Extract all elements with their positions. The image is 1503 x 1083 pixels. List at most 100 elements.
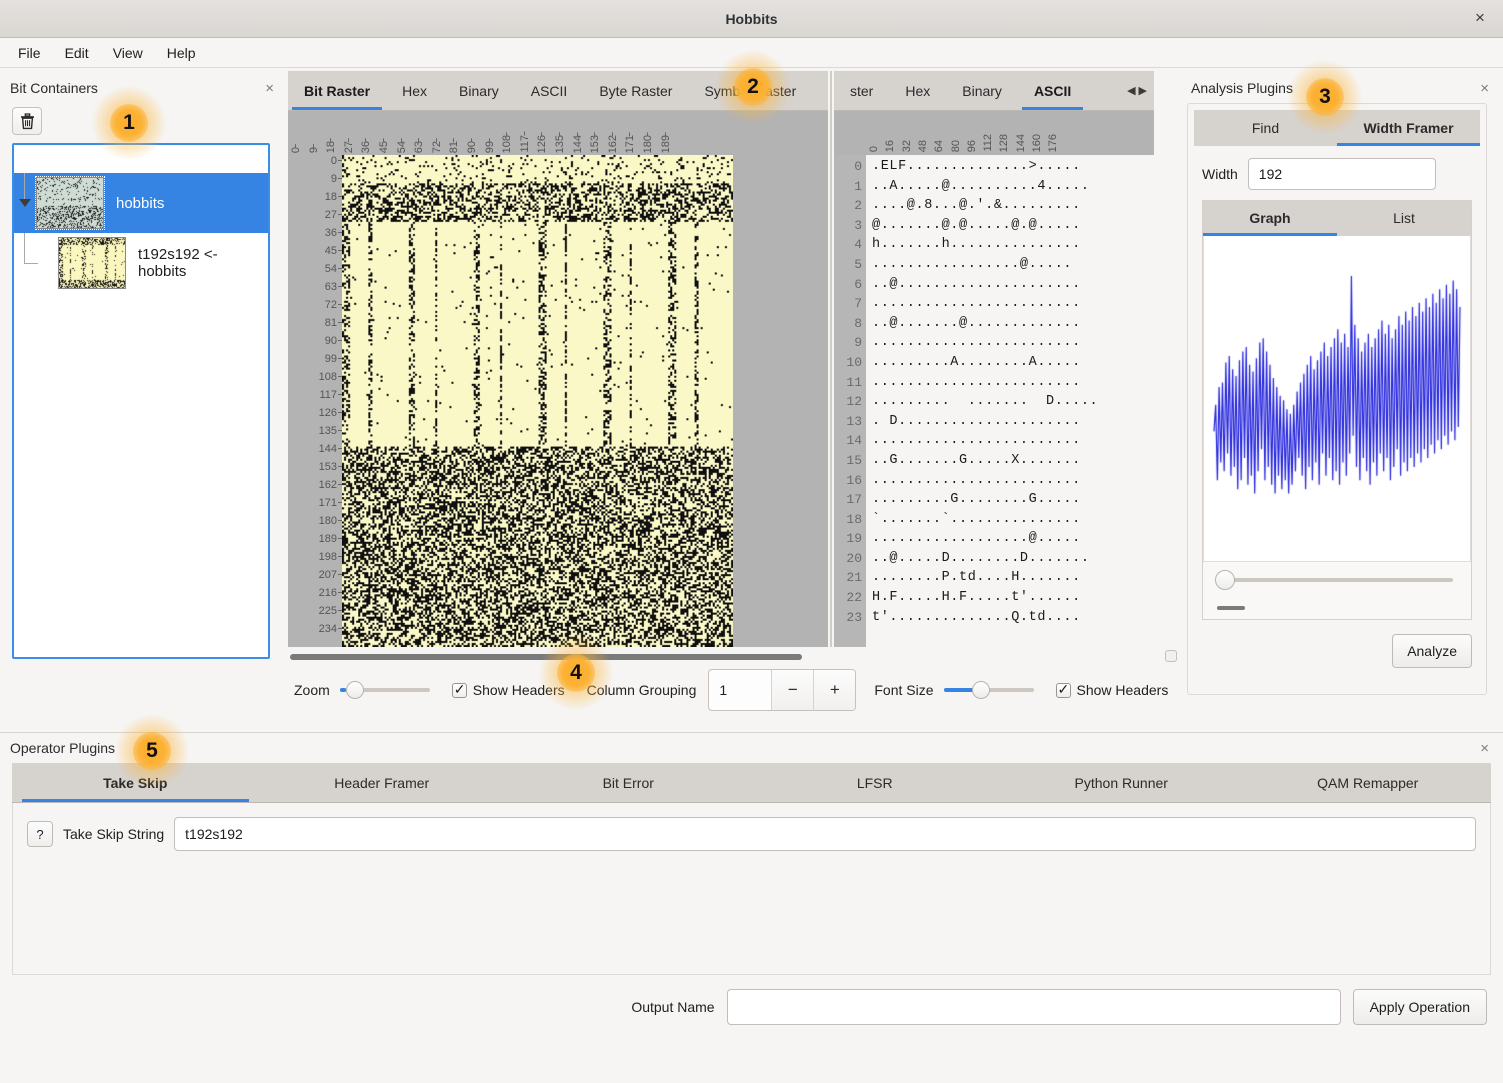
tab-graph[interactable]: Graph	[1203, 201, 1337, 236]
row-header-label: 144	[319, 444, 337, 455]
operator-plugins-header: Operator Plugins ×	[0, 733, 1503, 763]
menu-item-edit[interactable]: Edit	[55, 42, 99, 64]
tab-bit-raster[interactable]: Bit Raster	[288, 71, 386, 110]
menu-item-file[interactable]: File	[8, 42, 51, 64]
ascii-row-number: 7	[834, 294, 866, 314]
tab-width-framer[interactable]: Width Framer	[1337, 110, 1480, 146]
row-header-label: 63	[325, 282, 337, 293]
analysis-plugins-panel: Find Width Framer Width 192 Graph List	[1187, 103, 1487, 695]
tab-bit-error[interactable]: Bit Error	[505, 763, 752, 802]
list-item-label: hobbits	[104, 195, 164, 212]
tab-find[interactable]: Find	[1194, 110, 1337, 146]
ascii-line: ....@.8...@.'.&.........	[872, 196, 1154, 216]
row-header-label: 9	[331, 174, 337, 185]
take-skip-pane: ? Take Skip String t192s192	[12, 803, 1491, 975]
tab-symbol-raster[interactable]: Symbol Raster	[688, 71, 812, 110]
tab-ascii[interactable]: ASCII	[515, 71, 584, 110]
ascii-row-number: 19	[834, 529, 866, 549]
ascii-view[interactable]: 0163248648096112128144160176 01234567891…	[834, 111, 1154, 647]
graph-footer-controls	[1203, 562, 1471, 620]
show-headers-right-checkbox[interactable]: Show Headers	[1056, 682, 1169, 698]
analyze-button[interactable]: Analyze	[1392, 634, 1472, 668]
window-close-button[interactable]: ×	[1469, 8, 1491, 30]
tab-byte-raster[interactable]: Byte Raster	[583, 71, 688, 110]
ascii-row-number: 12	[834, 392, 866, 412]
take-skip-row: ? Take Skip String t192s192	[27, 817, 1476, 851]
row-header-label: 135	[319, 426, 337, 437]
bit-containers-tree[interactable]: hobbits t192s192 <- hobbits	[12, 143, 270, 659]
tab-byte-raster-partial[interactable]: ster	[834, 71, 889, 110]
column-header-label: 135	[554, 135, 566, 153]
column-header-label: 0	[868, 146, 880, 152]
list-item[interactable]: hobbits	[14, 173, 268, 233]
tab-qam-remapper[interactable]: QAM Remapper	[1245, 763, 1492, 802]
graph-scrollbar[interactable]	[1217, 606, 1245, 610]
tab-ascii[interactable]: ASCII	[1018, 71, 1087, 110]
tab-python-runner[interactable]: Python Runner	[998, 763, 1245, 802]
tab-take-skip[interactable]: Take Skip	[12, 763, 259, 802]
column-header-label: 117	[519, 135, 531, 153]
column-grouping-increment-button[interactable]: +	[813, 670, 855, 710]
ascii-row-number: 23	[834, 608, 866, 628]
row-header-label: 153	[319, 462, 337, 473]
scrollbar-knob[interactable]	[290, 654, 802, 660]
width-framer-chart[interactable]	[1203, 236, 1471, 562]
operator-plugins-close-icon[interactable]: ×	[1476, 740, 1493, 757]
ascii-row-number: 21	[834, 568, 866, 588]
tab-binary[interactable]: Binary	[443, 71, 515, 110]
analysis-plugins-close-icon[interactable]: ×	[1476, 80, 1493, 97]
width-row: Width 192	[1194, 146, 1480, 200]
tab-scroll-nav[interactable]: ◀ ▶	[1120, 71, 1154, 110]
ascii-line: .................@.....	[872, 255, 1154, 275]
tab-hex[interactable]: Hex	[386, 71, 443, 110]
chevron-right-icon[interactable]: ▶	[1139, 84, 1147, 97]
ascii-line: ........................	[872, 431, 1154, 451]
bit-raster-canvas[interactable]	[342, 155, 733, 647]
column-header-label: 108	[501, 135, 513, 153]
menu-item-help[interactable]: Help	[157, 42, 206, 64]
horizontal-scrollbar[interactable]	[288, 649, 1183, 665]
chevron-down-icon[interactable]	[19, 199, 31, 207]
column-header-label: 0	[290, 147, 302, 153]
trash-icon[interactable]	[12, 107, 42, 135]
column-grouping-stepper[interactable]: 1 − +	[708, 669, 856, 711]
operator-plugins-title: Operator Plugins	[10, 740, 115, 756]
tab-list[interactable]: List	[1337, 201, 1471, 236]
column-grouping-value[interactable]: 1	[709, 670, 771, 710]
ascii-row-number: 1	[834, 177, 866, 197]
zoom-slider[interactable]	[340, 679, 430, 701]
column-header-label: 16	[884, 140, 896, 152]
column-header-label: 27	[343, 141, 355, 153]
tab-header-framer[interactable]: Header Framer	[259, 763, 506, 802]
row-header-label: 72	[325, 300, 337, 311]
help-icon[interactable]: ?	[27, 821, 53, 847]
list-item[interactable]: t192s192 <- hobbits	[14, 233, 268, 293]
output-name-input[interactable]	[727, 989, 1341, 1025]
tab-binary[interactable]: Binary	[946, 71, 1018, 110]
column-header-label: 54	[396, 141, 408, 153]
ascii-line: ........P.td....H.......	[872, 568, 1154, 588]
menu-item-view[interactable]: View	[103, 42, 153, 64]
ascii-line: ..A.....@..........4.....	[872, 177, 1154, 197]
column-header-label: 72	[431, 141, 443, 153]
take-skip-input[interactable]: t192s192	[174, 817, 1476, 851]
width-input[interactable]: 192	[1248, 158, 1436, 190]
tab-hex[interactable]: Hex	[889, 71, 946, 110]
row-header-label: 81	[325, 318, 337, 329]
tab-lfsr[interactable]: LFSR	[752, 763, 999, 802]
graph-zoom-slider-track	[1225, 578, 1453, 582]
column-grouping-decrement-button[interactable]: −	[771, 670, 813, 710]
apply-operation-button[interactable]: Apply Operation	[1353, 989, 1487, 1025]
bit-containers-close-icon[interactable]: ×	[261, 80, 278, 97]
column-header-label: 144	[572, 135, 584, 153]
bit-raster-view[interactable]: 0918273645546372819099108117126135144153…	[288, 111, 828, 647]
column-header-label: 48	[917, 140, 929, 152]
bit-containers-dock: Bit Containers ×	[0, 69, 288, 730]
font-size-slider[interactable]	[944, 679, 1034, 701]
chevron-left-icon[interactable]: ◀	[1127, 84, 1135, 97]
graph-zoom-slider-handle[interactable]	[1215, 570, 1235, 590]
ascii-line: h.......h...............	[872, 235, 1154, 255]
show-headers-left-checkbox[interactable]: Show Headers	[452, 682, 565, 698]
bit-containers-header: Bit Containers ×	[6, 75, 280, 101]
column-header-label: 64	[933, 140, 945, 152]
